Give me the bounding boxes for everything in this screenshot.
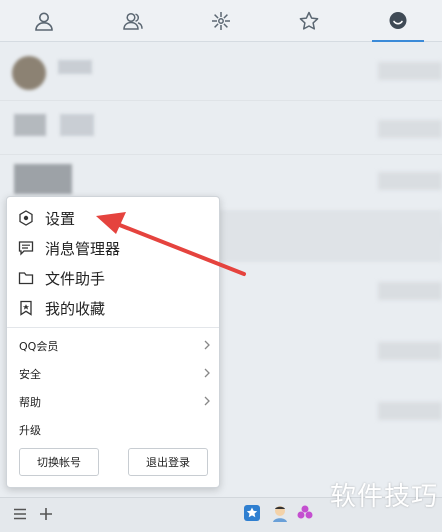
menu-item-file-assistant[interactable]: 文件助手 [7, 263, 219, 293]
tab-contacts[interactable] [0, 0, 88, 41]
add-icon[interactable] [38, 506, 54, 522]
contact-name-redacted [60, 114, 94, 136]
star-icon [300, 11, 319, 30]
hamburger-menu-icon[interactable] [12, 506, 28, 522]
timestamp-redacted [378, 120, 442, 138]
main-tab-bar [0, 0, 442, 42]
timestamp-redacted [378, 342, 442, 360]
menu-item-label: 安全 [19, 368, 41, 381]
contact-icon [35, 12, 54, 31]
chevron-right-icon [204, 368, 210, 378]
menu-item-settings[interactable]: 设置 [7, 203, 219, 233]
contact-name-redacted [58, 60, 92, 74]
menu-item-label: QQ会员 [19, 340, 59, 353]
tab-favorites[interactable] [265, 0, 353, 41]
menu-item-label: 文件助手 [45, 269, 106, 288]
folder-icon [18, 272, 34, 285]
menu-item-message-manager[interactable]: 消息管理器 [7, 233, 219, 263]
message-icon [389, 11, 407, 29]
timestamp-redacted [378, 282, 442, 300]
settings-icon [19, 210, 33, 226]
main-menu: 设置 消息管理器 文件助手 我的收藏 QQ会员 安全 帮助 升级 切换帐号 退出… [6, 196, 220, 488]
menu-item-upgrade[interactable]: 升级 [7, 417, 219, 443]
menu-item-security[interactable]: 安全 [7, 361, 219, 387]
flower-icon[interactable] [296, 504, 314, 522]
menu-divider [7, 327, 219, 328]
app-center-icon [212, 11, 231, 30]
star-badge-icon[interactable] [243, 504, 261, 522]
avatar [14, 164, 72, 194]
menu-item-label: 升级 [19, 424, 41, 437]
avatar [12, 56, 46, 90]
message-manager-icon [18, 241, 34, 256]
chevron-right-icon [204, 396, 210, 406]
menu-item-label: 消息管理器 [45, 239, 121, 258]
menu-item-favorites[interactable]: 我的收藏 [7, 293, 219, 323]
tab-messages[interactable] [354, 0, 442, 42]
tab-groups[interactable] [88, 0, 176, 41]
menu-item-qq-vip[interactable]: QQ会员 [7, 333, 219, 359]
timestamp-redacted [378, 62, 442, 80]
avatar [14, 114, 46, 136]
timestamp-redacted [378, 402, 442, 420]
row-divider [0, 154, 442, 155]
watermark-text: 软件技巧 [329, 482, 438, 512]
chevron-right-icon [204, 340, 210, 350]
logout-button[interactable]: 退出登录 [128, 448, 208, 476]
switch-account-button[interactable]: 切换帐号 [19, 448, 99, 476]
group-icon [122, 12, 143, 30]
avatar-icon[interactable] [270, 503, 290, 523]
bookmark-icon [20, 300, 32, 316]
menu-item-label: 帮助 [19, 396, 41, 409]
row-divider [0, 100, 442, 101]
menu-item-label: 设置 [45, 209, 76, 228]
highlight-row [216, 210, 442, 262]
menu-item-help[interactable]: 帮助 [7, 389, 219, 415]
menu-item-label: 我的收藏 [45, 299, 106, 318]
timestamp-redacted [378, 172, 442, 190]
tab-apps[interactable] [177, 0, 265, 41]
